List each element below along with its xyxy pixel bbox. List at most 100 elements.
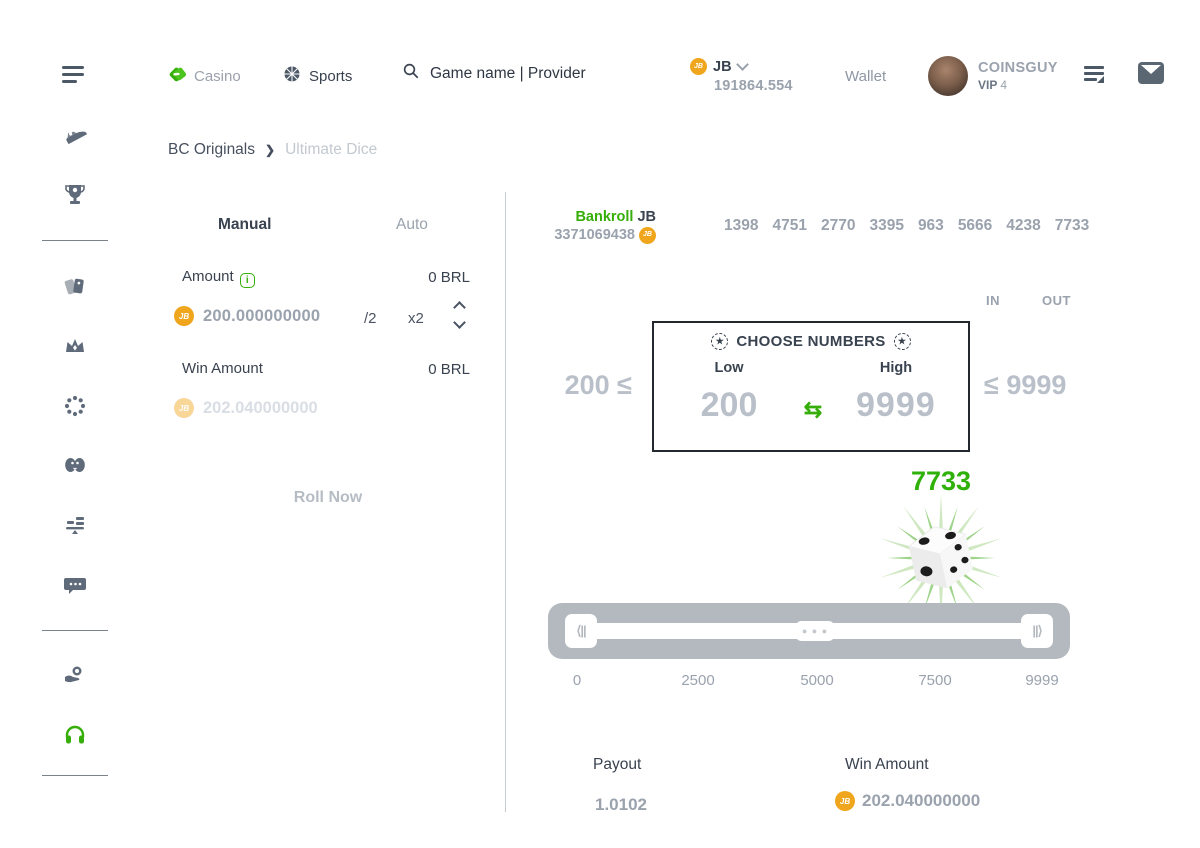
history-item[interactable]: 4751 (772, 217, 806, 235)
history-item[interactable]: 4238 (1006, 217, 1040, 235)
nav-casino-label: Casino (194, 68, 241, 85)
hand-coin-icon[interactable] (63, 663, 87, 687)
slider-left-handle[interactable]: ⟨|| (565, 614, 597, 648)
amount-input[interactable]: JB 200.000000000 (174, 306, 320, 326)
bankroll-value: 3371069438 (554, 226, 635, 244)
support-headset-icon[interactable] (63, 723, 87, 747)
history-item[interactable]: 3395 (869, 217, 903, 235)
bottom-stats: Payout Win Amount 1.0102 JB 202.04000000… (540, 748, 1100, 812)
stepper-down-icon[interactable] (453, 316, 466, 329)
breadcrumb: BC Originals ❯ Ultimate Dice (168, 141, 377, 159)
info-icon[interactable]: i (240, 273, 255, 288)
win-amount-display: JB 202.040000000 (174, 398, 318, 418)
currency-code: JB (713, 59, 732, 75)
tick-label: 2500 (681, 672, 714, 689)
wallet-button[interactable]: Wallet (845, 68, 886, 85)
dice-cube (906, 521, 976, 595)
bankroll-currency: JB (637, 209, 656, 225)
high-label: High (866, 360, 926, 376)
casino-diamond-icon (167, 65, 186, 88)
amount-label: Amounti (182, 268, 255, 288)
avatar[interactable] (928, 56, 968, 96)
range-min-text: 200 ≤ (540, 370, 632, 401)
low-value-input[interactable]: 200 (669, 386, 789, 425)
stepper-up-icon[interactable] (453, 301, 466, 314)
range-slider[interactable]: ⟨|| ● ● ● ||⟩ (548, 603, 1070, 659)
bet-out-toggle[interactable]: OUT (1042, 293, 1071, 308)
bankroll-label[interactable]: Bankroll (575, 209, 633, 225)
mail-icon[interactable] (1138, 62, 1164, 84)
breadcrumb-current: Ultimate Dice (285, 141, 377, 159)
choose-numbers-box: ★ CHOOSE NUMBERS ★ Low High 200 ⇆ 9999 (652, 321, 970, 452)
star-icon: ★ (711, 333, 728, 350)
bet-in-toggle[interactable]: IN (986, 293, 1000, 308)
friends-icon[interactable] (63, 453, 87, 477)
win-amount-label: Win Amount (845, 756, 929, 774)
tags-icon[interactable] (63, 274, 87, 298)
history-item[interactable]: 963 (918, 217, 944, 235)
user-profile[interactable]: COINSGUY VIP4 (928, 56, 1058, 96)
search-icon (402, 62, 420, 85)
app-window: Casino Sports JB JB 191864.554 Wallet CO… (0, 0, 1200, 848)
nav-casino[interactable]: Casino (167, 63, 241, 89)
amount-stepper[interactable] (455, 303, 464, 327)
menu-hamburger-icon[interactable] (62, 66, 88, 86)
choose-numbers-title: ★ CHOOSE NUMBERS ★ (654, 333, 968, 350)
star-icon: ★ (894, 333, 911, 350)
jb-coin-icon: JB (835, 791, 855, 811)
chat-icon[interactable] (63, 573, 87, 597)
slider-right-handle[interactable]: ||⟩ (1021, 614, 1053, 648)
game-search[interactable] (402, 62, 605, 85)
panel-divider (505, 192, 506, 812)
history-item[interactable]: 2770 (821, 217, 855, 235)
jb-coin-icon: JB (690, 58, 707, 75)
tab-auto[interactable]: Auto (396, 216, 428, 234)
history-item[interactable]: 5666 (958, 217, 992, 235)
high-value-input[interactable]: 9999 (856, 386, 936, 424)
search-input[interactable] (430, 65, 605, 83)
tick-label: 7500 (918, 672, 951, 689)
history-item[interactable]: 1398 (724, 217, 758, 235)
double-bet-button[interactable]: x2 (408, 310, 424, 327)
amount-value[interactable]: 200.000000000 (203, 307, 320, 326)
bankroll-block[interactable]: BankrollJB 3371069438JB (540, 208, 656, 244)
currency-selector[interactable]: JB JB 191864.554 (690, 58, 793, 94)
bets-list-icon[interactable] (1084, 66, 1106, 84)
sidebar-divider (42, 240, 108, 241)
slider-mid-handle[interactable]: ● ● ● (796, 621, 834, 641)
slider-scale: 0 2500 5000 7500 9999 (548, 672, 1070, 692)
sidebar-divider (42, 775, 108, 776)
swap-values-icon[interactable]: ⇆ (794, 397, 832, 423)
roll-now-button[interactable]: Roll Now (248, 484, 408, 512)
payout-value: 1.0102 (595, 795, 647, 812)
nav-sports-label: Sports (309, 68, 352, 85)
dotted-ring-icon[interactable] (63, 394, 87, 418)
balance-value: 191864.554 (714, 78, 793, 94)
breadcrumb-parent[interactable]: BC Originals (168, 141, 255, 159)
win-amount-fiat: 0 BRL (390, 361, 470, 378)
tick-label: 9999 (1025, 672, 1058, 689)
low-label: Low (699, 360, 759, 376)
history-item[interactable]: 7733 (1055, 217, 1089, 235)
nav-sports[interactable]: Sports (283, 63, 352, 89)
jb-coin-icon: JB (174, 398, 194, 418)
win-amount-value: 202.040000000 (203, 399, 318, 418)
win-amount-result: JB 202.040000000 (835, 791, 980, 811)
breadcrumb-chevron-icon: ❯ (265, 143, 275, 157)
amount-fiat: 0 BRL (390, 269, 470, 286)
jb-coin-icon: JB (174, 306, 194, 326)
chevron-down-icon (736, 58, 749, 71)
range-max-text: ≤ 9999 (984, 370, 1066, 401)
tick-label: 5000 (800, 672, 833, 689)
crown-icon[interactable] (63, 334, 87, 358)
podium-icon[interactable] (63, 513, 87, 537)
dice-graphic (866, 488, 1016, 620)
vip-badge: VIP4 (978, 78, 1058, 92)
tab-manual[interactable]: Manual (218, 216, 271, 234)
sneaker-sports-icon[interactable] (63, 123, 87, 147)
basketball-icon (283, 65, 301, 87)
tick-label: 0 (573, 672, 581, 689)
sidebar-divider (42, 630, 108, 631)
trophy-icon[interactable] (63, 183, 87, 207)
half-bet-button[interactable]: /2 (364, 310, 377, 327)
